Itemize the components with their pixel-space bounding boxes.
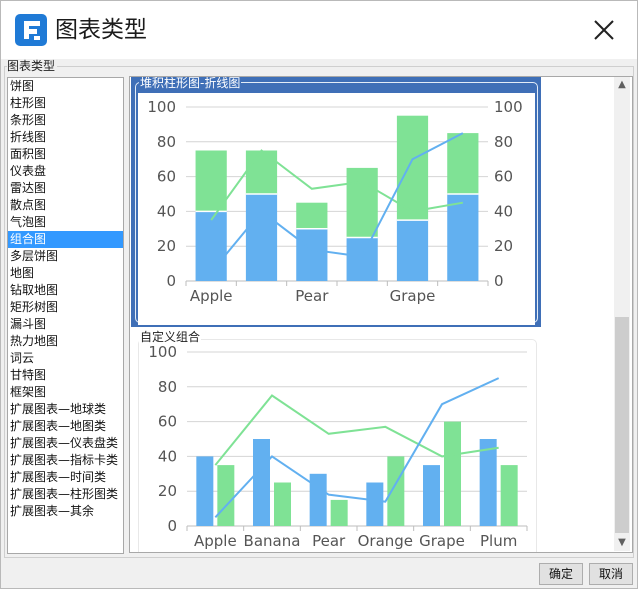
bar-series-1 — [196, 456, 214, 526]
chart-type-item[interactable]: 扩展图表—指标卡类 — [8, 452, 123, 469]
scroll-up-arrow-icon[interactable]: ▲ — [614, 77, 630, 93]
y2-tick-label: 100 — [494, 98, 523, 116]
bar-series-2 — [195, 150, 227, 212]
bar-series-2 — [346, 167, 378, 238]
cancel-button[interactable]: 取消 — [589, 563, 633, 585]
chart-stacked-combo-svg: 0 20 40 60 80 100 0 20 40 60 80 100 Apple Pear Grape — [147, 98, 523, 305]
bar-series-1 — [195, 211, 227, 281]
ok-button[interactable]: 确定 — [539, 563, 583, 585]
chart-custom-combo: 0 20 40 60 80 100 Apple Banana Pear Orange Grape Pl… — [138, 339, 537, 552]
x-tick-label: Apple — [190, 287, 233, 305]
y-tick-label: 0 — [166, 272, 176, 290]
bar-series-1 — [396, 220, 429, 281]
chart-type-item[interactable]: 扩展图表—地图类 — [8, 418, 123, 435]
chart-type-item[interactable]: 框架图 — [8, 384, 123, 401]
y-tick-label: 20 — [157, 237, 176, 255]
chart-type-item[interactable]: 扩展图表—地球类 — [8, 401, 123, 418]
preview-title: 堆积柱形图-折线图 — [139, 77, 242, 90]
bar-series-1 — [245, 194, 278, 281]
x-tick-label: Pear — [312, 532, 346, 550]
chart-type-item[interactable]: 饼图 — [8, 78, 123, 95]
chart-type-item[interactable]: 柱形图 — [8, 95, 123, 112]
y-tick-label: 40 — [158, 447, 177, 465]
chart-type-item[interactable]: 多层饼图 — [8, 248, 123, 265]
y-tick-label: 60 — [157, 168, 176, 186]
preview-card-stacked-combo[interactable]: 堆积柱形图-折线图 0 20 40 60 80 100 0 20 40 60 80 100 Apple P… — [131, 77, 541, 327]
bar-series-1 — [423, 465, 440, 526]
close-icon[interactable] — [589, 15, 619, 45]
scroll-down-arrow-icon[interactable]: ▼ — [614, 535, 630, 551]
chart-type-item[interactable]: 扩展图表—时间类 — [8, 469, 123, 486]
chart-type-item[interactable]: 矩形树图 — [8, 299, 123, 316]
bar-series-2 — [274, 482, 291, 526]
chart-type-item[interactable]: 雷达图 — [8, 180, 123, 197]
preview-scrollbar[interactable]: ▲ ▼ — [614, 77, 630, 551]
y-tick-label: 100 — [148, 343, 177, 361]
bar-series-2 — [500, 465, 518, 526]
chart-type-item[interactable]: 气泡图 — [8, 214, 123, 231]
y-tick-label: 80 — [158, 378, 177, 396]
preview-title: 自定义组合 — [139, 330, 202, 344]
x-tick-label: Banana — [244, 532, 301, 550]
x-tick-label: Orange — [358, 532, 413, 550]
chart-type-item[interactable]: 地图 — [8, 265, 123, 282]
x-tick-label: Plum — [480, 532, 517, 550]
chart-type-item[interactable]: 组合图 — [8, 231, 123, 248]
chart-type-item[interactable]: 条形图 — [8, 112, 123, 129]
bar-series-2 — [330, 499, 348, 526]
y2-tick-label: 60 — [494, 168, 513, 186]
chart-type-item[interactable]: 热力地图 — [8, 333, 123, 350]
bar-series-1 — [366, 482, 384, 526]
preview-panel: 堆积柱形图-折线图 0 20 40 60 80 100 0 20 40 60 80 100 Apple P… — [129, 76, 633, 553]
chart-type-group-label: 图表类型 — [7, 59, 58, 73]
bar-series-2 — [296, 202, 328, 229]
y-tick-label: 0 — [167, 517, 177, 535]
y-tick-label: 20 — [158, 482, 177, 500]
chart-type-item[interactable]: 甘特图 — [8, 367, 123, 384]
scroll-thumb[interactable] — [615, 317, 629, 533]
bar-series-2 — [387, 456, 405, 526]
y-tick-label: 80 — [157, 133, 176, 151]
y-tick-label: 60 — [158, 413, 177, 431]
preview-scroll-area[interactable]: 堆积柱形图-折线图 0 20 40 60 80 100 0 20 40 60 80 100 Apple P… — [130, 77, 615, 552]
dialog-titlebar: 图表类型 — [1, 1, 637, 59]
chart-custom-combo-svg: 0 20 40 60 80 100 Apple Banana Pear Orange Grape Pl… — [148, 343, 528, 550]
dialog-title: 图表类型 — [55, 17, 147, 43]
preview-card-custom-combo[interactable]: 自定义组合 0 20 40 60 80 100 Apple Banana Pear Orange G… — [131, 329, 541, 552]
bar-series-1 — [309, 473, 327, 526]
bar-series-1 — [296, 228, 328, 281]
bar-series-2 — [447, 133, 479, 194]
y2-tick-label: 40 — [494, 202, 513, 220]
chart-type-item[interactable]: 面积图 — [8, 146, 123, 163]
x-tick-label: Grape — [419, 532, 465, 550]
bar-series-1 — [447, 194, 479, 281]
y2-tick-label: 0 — [494, 272, 504, 290]
x-tick-label: Grape — [390, 287, 436, 305]
chart-type-item[interactable]: 漏斗图 — [8, 316, 123, 333]
chart-type-item[interactable]: 扩展图表—仪表盘类 — [8, 435, 123, 452]
bar-series-2 — [245, 150, 278, 194]
bar-series-2 — [217, 465, 235, 526]
chart-type-item[interactable]: 词云 — [8, 350, 123, 367]
y-tick-label: 40 — [157, 202, 176, 220]
bar-series-1 — [479, 439, 497, 526]
bar-series-2 — [444, 421, 461, 526]
chart-type-item[interactable]: 扩展图表—柱形图类 — [8, 486, 123, 503]
chart-type-item[interactable]: 仪表盘 — [8, 163, 123, 180]
y2-tick-label: 20 — [494, 237, 513, 255]
y2-tick-label: 80 — [494, 133, 513, 151]
chart-type-dialog: 图表类型 图表类型 饼图 柱形图 条形图 折线图 面积图 仪表盘 雷达图 散点图 气泡图 组合图多… — [0, 0, 638, 589]
bar-series-1 — [346, 237, 378, 281]
chart-type-item[interactable]: 折线图 — [8, 129, 123, 146]
app-logo-icon — [15, 14, 47, 46]
x-tick-label: Apple — [194, 532, 237, 550]
chart-type-item[interactable]: 扩展图表—其余 — [8, 503, 123, 520]
chart-type-item[interactable]: 散点图 — [8, 197, 123, 214]
chart-type-item[interactable]: 钻取地图 — [8, 282, 123, 299]
chart-type-list[interactable]: 饼图 柱形图 条形图 折线图 面积图 仪表盘 雷达图 散点图 气泡图 组合图 多层饼图 地图 钻取地图矩… — [7, 77, 124, 554]
chart-stacked-combo: 0 20 40 60 80 100 0 20 40 60 80 100 Apple Pear Grape — [138, 93, 535, 325]
bar-series-1 — [253, 439, 270, 526]
y-tick-label: 100 — [147, 98, 176, 116]
x-tick-label: Pear — [295, 287, 329, 305]
